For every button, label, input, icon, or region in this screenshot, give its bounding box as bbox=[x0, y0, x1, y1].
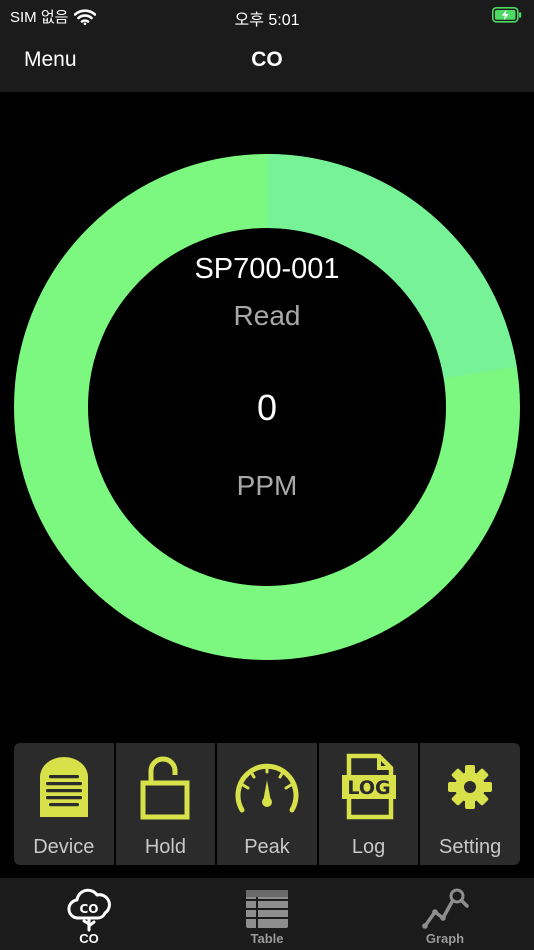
log-icon: LOG bbox=[341, 753, 396, 820]
page-title: CO bbox=[251, 48, 283, 71]
battery-charging-icon bbox=[492, 7, 522, 23]
tab-graph[interactable]: Graph bbox=[356, 878, 534, 950]
tab-table[interactable]: Table bbox=[178, 878, 356, 950]
gear-icon bbox=[448, 765, 493, 809]
table-icon bbox=[246, 890, 288, 928]
mode-label: Read bbox=[233, 300, 301, 331]
unit-label: PPM bbox=[236, 470, 298, 501]
tab-co[interactable]: CO CO bbox=[0, 878, 178, 950]
peak-button[interactable]: Peak bbox=[215, 743, 317, 865]
hold-button-label: Hold bbox=[144, 836, 186, 858]
tab-table-label: Table bbox=[250, 931, 284, 946]
gauge-icon bbox=[235, 763, 299, 813]
hold-button[interactable]: Hold bbox=[113, 743, 216, 865]
status-bar: SIM 없음 오후 5:01 bbox=[0, 0, 534, 30]
action-toolbar: Device Hold Peak LOG Log Setting bbox=[14, 743, 520, 865]
svg-text:LOG: LOG bbox=[347, 777, 390, 799]
tab-graph-label: Graph bbox=[425, 931, 465, 946]
clock: 오후 5:01 bbox=[234, 12, 300, 29]
co-cloud-icon: CO bbox=[67, 888, 111, 932]
svg-text:CO: CO bbox=[79, 902, 98, 916]
tab-co-label: CO bbox=[79, 931, 99, 946]
reading-value: 0 bbox=[256, 387, 278, 428]
peak-button-label: Peak bbox=[244, 836, 290, 858]
log-button[interactable]: LOG Log bbox=[316, 743, 419, 865]
log-button-label: Log bbox=[351, 836, 386, 858]
device-button[interactable]: Device bbox=[14, 743, 114, 865]
device-icon bbox=[39, 757, 88, 817]
unlock-icon bbox=[140, 756, 190, 820]
tab-bar: CO CO Table Graph bbox=[0, 878, 534, 950]
navigation-bar: Menu CO bbox=[0, 30, 534, 92]
device-name: SP700-001 bbox=[194, 253, 340, 285]
graph-icon bbox=[422, 888, 469, 929]
device-button-label: Device bbox=[33, 836, 95, 858]
setting-button[interactable]: Setting bbox=[418, 743, 520, 865]
setting-button-label: Setting bbox=[439, 836, 502, 858]
